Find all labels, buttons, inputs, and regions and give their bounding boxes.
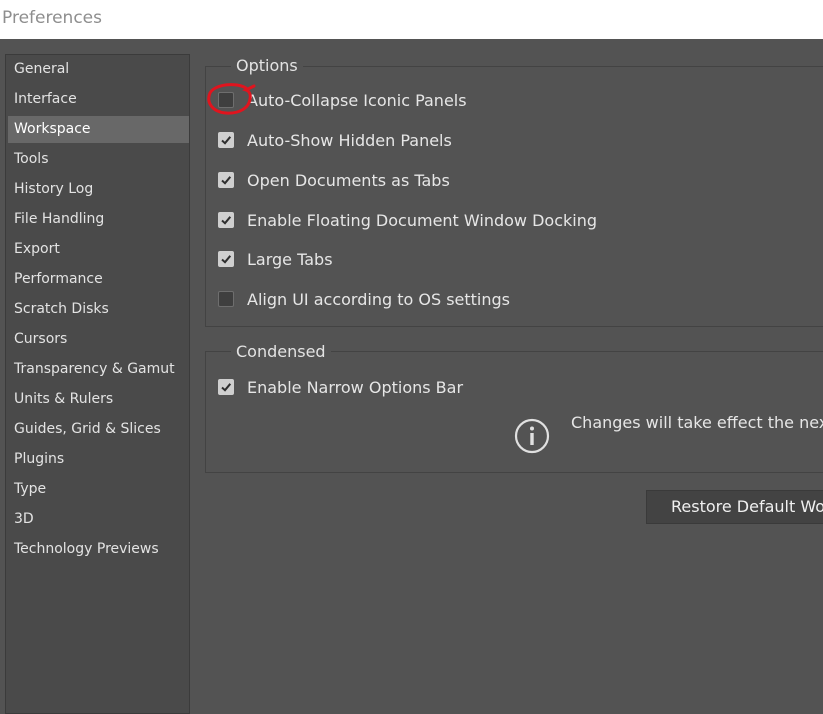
restore-default-workspaces-button[interactable]: Restore Default Wo bbox=[646, 490, 823, 524]
sidebar-item-tools[interactable]: Tools bbox=[8, 146, 189, 173]
checkmark-icon bbox=[221, 136, 232, 145]
sidebar-item-technology-previews[interactable]: Technology Previews bbox=[8, 536, 189, 563]
option-label: Enable Floating Document Window Docking bbox=[247, 210, 597, 230]
options-group-title: Options bbox=[231, 56, 303, 76]
checkbox[interactable] bbox=[218, 132, 234, 148]
sidebar-item-type[interactable]: Type bbox=[8, 476, 189, 503]
window-title: Preferences bbox=[2, 8, 102, 28]
checkmark-icon bbox=[221, 176, 232, 185]
option-label: Large Tabs bbox=[247, 249, 333, 269]
checkmark-icon bbox=[221, 383, 232, 392]
option-align-ui-os-settings[interactable]: Align UI according to OS settings bbox=[218, 288, 510, 310]
condensed-group-title: Condensed bbox=[231, 342, 331, 362]
option-enable-narrow-options-bar[interactable]: Enable Narrow Options Bar bbox=[218, 376, 463, 398]
sidebar-item-guides-grid-slices[interactable]: Guides, Grid & Slices bbox=[8, 416, 189, 443]
option-label: Open Documents as Tabs bbox=[247, 170, 450, 190]
preferences-sidebar: General Interface Workspace Tools Histor… bbox=[5, 54, 190, 714]
sidebar-item-file-handling[interactable]: File Handling bbox=[8, 206, 189, 233]
sidebar-item-units-rulers[interactable]: Units & Rulers bbox=[8, 386, 189, 413]
checkbox[interactable] bbox=[218, 251, 234, 267]
option-label: Align UI according to OS settings bbox=[247, 289, 510, 309]
restart-notice: Changes will take effect the nex bbox=[571, 413, 823, 432]
checkbox[interactable] bbox=[218, 172, 234, 188]
sidebar-item-3d[interactable]: 3D bbox=[8, 506, 189, 533]
sidebar-item-workspace[interactable]: Workspace bbox=[8, 116, 189, 143]
checkmark-icon bbox=[221, 255, 232, 264]
sidebar-item-history-log[interactable]: History Log bbox=[8, 176, 189, 203]
sidebar-item-general[interactable]: General bbox=[8, 56, 189, 83]
title-bar: Preferences bbox=[0, 0, 823, 39]
sidebar-item-cursors[interactable]: Cursors bbox=[8, 326, 189, 353]
option-open-documents-as-tabs[interactable]: Open Documents as Tabs bbox=[218, 169, 450, 191]
info-circle-icon bbox=[514, 418, 550, 454]
sidebar-item-export[interactable]: Export bbox=[8, 236, 189, 263]
sidebar-item-interface[interactable]: Interface bbox=[8, 86, 189, 113]
sidebar-item-transparency-gamut[interactable]: Transparency & Gamut bbox=[8, 356, 189, 383]
sidebar-item-performance[interactable]: Performance bbox=[8, 266, 189, 293]
option-auto-show-hidden-panels[interactable]: Auto-Show Hidden Panels bbox=[218, 129, 452, 151]
checkmark-icon bbox=[221, 216, 232, 225]
checkbox[interactable] bbox=[218, 379, 234, 395]
checkbox[interactable] bbox=[218, 212, 234, 228]
option-enable-floating-document-window-docking[interactable]: Enable Floating Document Window Docking bbox=[218, 209, 597, 231]
sidebar-item-plugins[interactable]: Plugins bbox=[8, 446, 189, 473]
condensed-group bbox=[205, 351, 823, 473]
sidebar-item-scratch-disks[interactable]: Scratch Disks bbox=[8, 296, 189, 323]
option-label: Auto-Collapse Iconic Panels bbox=[247, 90, 467, 110]
checkbox[interactable] bbox=[218, 291, 234, 307]
option-label: Enable Narrow Options Bar bbox=[247, 377, 464, 397]
option-large-tabs[interactable]: Large Tabs bbox=[218, 248, 333, 270]
annotation-circle bbox=[207, 83, 256, 115]
option-label: Auto-Show Hidden Panels bbox=[247, 130, 452, 150]
